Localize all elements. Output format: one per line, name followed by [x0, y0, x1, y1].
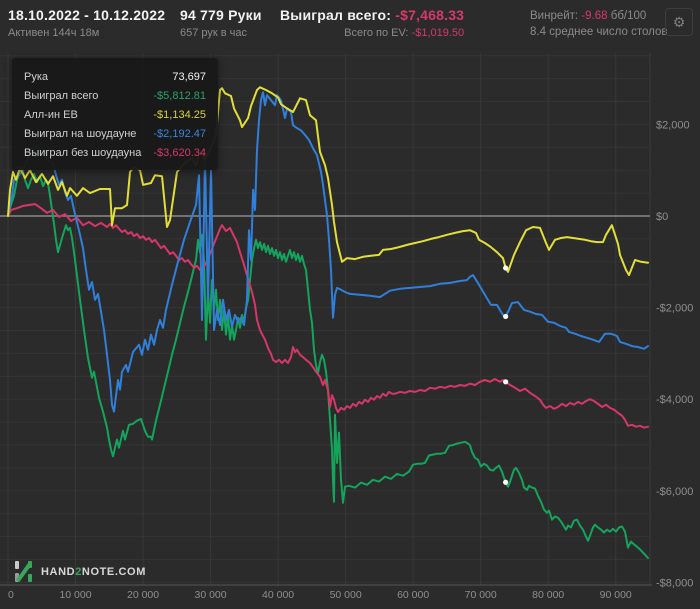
- hands-total: 94 779 Руки: [180, 7, 262, 23]
- tooltip-row-won-total: Выиграл всего -$5,812.81: [24, 86, 206, 105]
- gear-icon: ⚙: [672, 14, 686, 30]
- tooltip-row-allin-ev: Алл-ин EВ -$1,134.25: [24, 105, 206, 124]
- x-axis-tick-label: 80 000: [532, 589, 564, 601]
- tooltip-value: 73,697: [172, 70, 206, 83]
- tooltip-label: Выиграл без шоудауна: [24, 146, 142, 159]
- tooltip-label: Выиграл на шоудауне: [24, 127, 137, 140]
- winrate-line: Винрейт: -9.68 бб/100: [530, 10, 668, 22]
- hand2note-logo: HAND2NOTE.COM: [14, 561, 146, 582]
- x-axis-tick-label: 20 000: [127, 589, 159, 601]
- x-axis-tick-label: 60 000: [397, 589, 429, 601]
- logo-hand: HAND: [41, 565, 76, 578]
- won-total-block: Выиграл всего: -$7,468.33 Всего по EV: -…: [280, 7, 464, 39]
- y-axis-tick-label: -$8,000: [656, 577, 693, 589]
- logo-note: NOTE.COM: [81, 565, 146, 578]
- winrate-label: Винрейт:: [530, 10, 582, 22]
- hand2note-graph-window: $2,000 $0 -$2,000 -$4,000 -$6,000 -$8,000 0 10 …: [0, 0, 700, 609]
- x-axis-tick-label: 90 000: [600, 589, 632, 601]
- won-total-value: -$7,468.33: [395, 7, 465, 23]
- active-time: Активен 144ч 18м: [8, 27, 100, 39]
- settings-button[interactable]: ⚙: [665, 8, 693, 36]
- logo-2: 2: [75, 565, 82, 578]
- x-axis-tick-label: 10 000: [59, 589, 91, 601]
- winrate-value: -9.68: [581, 10, 608, 22]
- tooltip-label: Рука: [24, 70, 49, 83]
- x-axis-tick-label: 40 000: [262, 589, 294, 601]
- hover-marker-dot: [503, 479, 509, 485]
- tooltip-row-hand: Рука 73,697: [24, 67, 206, 86]
- x-axis-tick-label: 50 000: [330, 589, 362, 601]
- hover-marker-dot: [503, 265, 509, 271]
- ev-total-value: -$1,019.50: [411, 27, 465, 39]
- x-axis-tick-label: 70 000: [465, 589, 497, 601]
- stats-header: 18.10.2022 - 10.12.2022 Активен 144ч 18м…: [0, 0, 700, 53]
- tooltip-row-showdown: Выиграл на шоудауне -$2,192.47: [24, 124, 206, 143]
- tooltip-label: Алл-ин EВ: [24, 108, 78, 121]
- tooltip-value: -$1,134.25: [153, 108, 206, 121]
- y-axis-tick-label: $0: [656, 211, 668, 223]
- hands-per-hour: 657 рук в час: [180, 27, 248, 39]
- x-axis-tick-label: 0: [8, 589, 14, 601]
- ev-total-label: Всего по EV:: [344, 27, 412, 39]
- hover-tooltip: Рука 73,697 Выиграл всего -$5,812.81 Алл…: [12, 58, 218, 170]
- hover-marker-dot: [503, 379, 509, 385]
- hover-marker-dot: [503, 313, 509, 320]
- date-range: 18.10.2022 - 10.12.2022: [8, 7, 166, 23]
- hand2note-logo-text: HAND2NOTE.COM: [41, 566, 146, 578]
- y-axis-tick-label: $2,000: [656, 119, 690, 131]
- won-total-label: Выиграл всего:: [280, 7, 396, 23]
- tooltip-label: Выиграл всего: [24, 89, 99, 102]
- y-axis-tick-label: -$2,000: [656, 303, 693, 315]
- hands-block: 94 779 Руки 657 рук в час: [180, 7, 262, 39]
- date-range-block: 18.10.2022 - 10.12.2022 Активен 144ч 18м: [8, 7, 165, 39]
- won-total-line: Выиграл всего: -$7,468.33: [280, 7, 464, 23]
- hand2note-logo-icon: [15, 561, 32, 582]
- tooltip-value: -$5,812.81: [153, 89, 206, 102]
- tooltip-value: -$2,192.47: [153, 127, 206, 140]
- winrate-units: бб/100: [607, 10, 647, 22]
- x-axis-tick-label: 30 000: [195, 589, 227, 601]
- y-axis-tick-label: -$6,000: [656, 486, 693, 498]
- avg-tables: 8.4 среднее число столов: [530, 26, 668, 38]
- tooltip-row-non-showdown: Выиграл без шоудауна -$3,620.34: [24, 143, 206, 162]
- winrate-block: Винрейт: -9.68 бб/100 8.4 среднее число …: [530, 7, 668, 38]
- tooltip-value: -$3,620.34: [153, 146, 206, 159]
- ev-total-line: Всего по EV: -$1,019.50: [280, 27, 464, 39]
- y-axis-tick-label: -$4,000: [656, 394, 693, 406]
